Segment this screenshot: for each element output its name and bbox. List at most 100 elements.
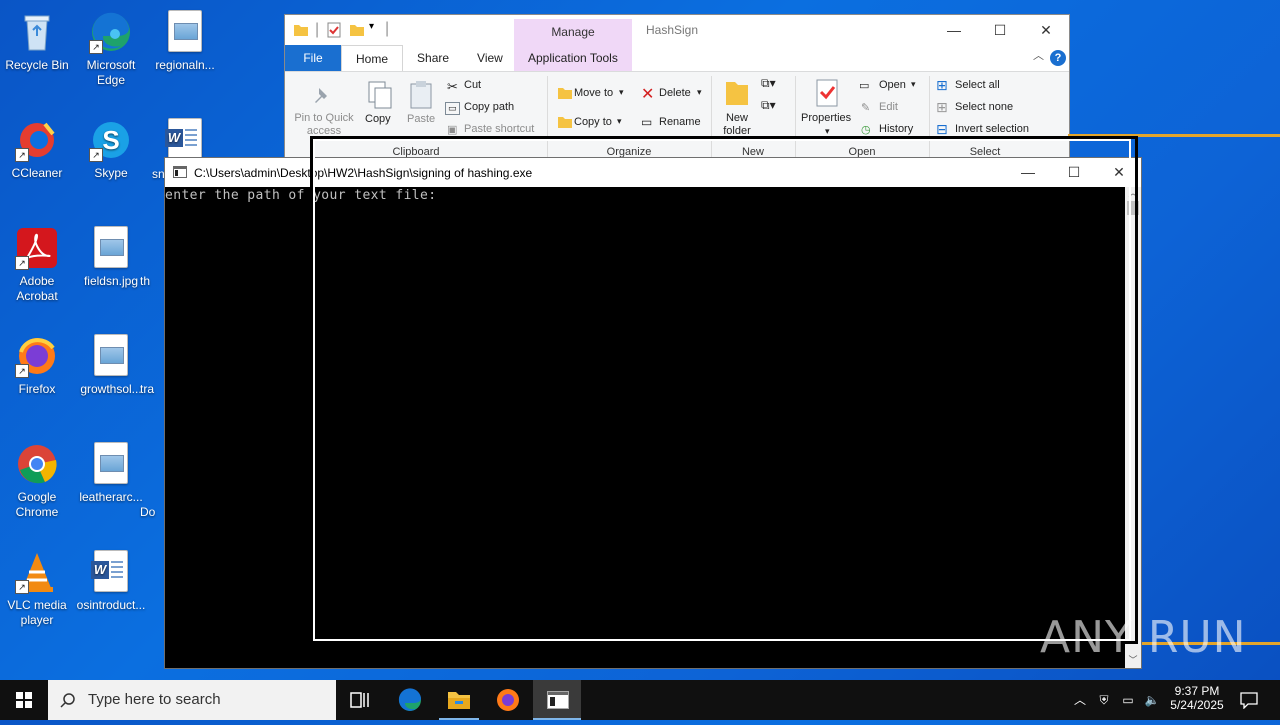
taskbar-search-box[interactable]: Type here to search <box>48 680 336 720</box>
clock[interactable]: 9:37 PM 5/24/2025 <box>1166 680 1228 720</box>
desktop-icon-growthsol[interactable]: growthsol... <box>74 328 148 397</box>
properties-icon <box>816 79 838 107</box>
properties-check-icon[interactable] <box>327 22 341 38</box>
easy-access-icon[interactable]: ⧉▾ <box>761 98 776 113</box>
acrobat-icon: ↗ <box>15 226 59 270</box>
notification-icon <box>1240 692 1258 710</box>
new-item-icon[interactable]: ⧉▾ <box>761 76 776 91</box>
desktop-icon-microsoft-edge[interactable]: ↗ Microsoft Edge <box>74 4 148 88</box>
taskbar-console-button[interactable] <box>533 680 581 720</box>
desktop-icon-google-chrome[interactable]: Google Chrome <box>0 436 74 520</box>
desktop-icon-skype[interactable]: S ↗ Skype <box>74 112 148 181</box>
scissors-icon: ✂ <box>447 79 458 94</box>
chevron-down-icon: ▾ <box>617 116 622 126</box>
action-center-button[interactable] <box>1234 680 1264 720</box>
desktop-icon-label: Microsoft Edge <box>86 58 136 87</box>
rename-icon: ▭ <box>641 115 653 129</box>
chevron-down-icon: ▾ <box>911 79 916 89</box>
shortcut-arrow-icon: ↗ <box>15 580 29 594</box>
new-folder-button[interactable]: New folder <box>717 112 757 138</box>
copy-path-button[interactable]: Copy path <box>464 101 514 113</box>
security-tray-icon[interactable]: ⛨ <box>1094 680 1114 720</box>
desktop-icon-th[interactable]: th <box>140 274 164 289</box>
explorer-close-button[interactable]: ✕ <box>1023 15 1069 45</box>
tab-share[interactable]: Share <box>403 45 463 71</box>
pin-to-quick-access-button[interactable]: Pin to Quick access <box>291 112 357 138</box>
task-view-button[interactable] <box>336 680 384 720</box>
start-button[interactable] <box>0 680 48 720</box>
shortcut-arrow-icon: ↗ <box>15 256 29 270</box>
taskbar-firefox-button[interactable] <box>484 680 532 720</box>
move-to-button[interactable]: Move to <box>574 87 613 99</box>
tab-view[interactable]: View <box>463 45 517 71</box>
desktop-icon-label: regionaln... <box>155 58 215 72</box>
svg-text:S: S <box>102 125 119 155</box>
firefox-icon: ↗ <box>15 334 59 378</box>
desktop-icon-label: CCleaner <box>11 166 63 180</box>
desktop-icon-tra[interactable]: tra <box>140 382 164 397</box>
desktop-icon-do[interactable]: Do <box>140 505 164 520</box>
desktop-icon-label: osintroduct... <box>76 598 146 612</box>
history-button[interactable]: History <box>879 123 913 135</box>
shortcut-arrow-icon: ↗ <box>89 40 103 54</box>
highlight-frame-inner <box>313 139 1131 641</box>
tab-home[interactable]: Home <box>341 45 404 71</box>
volume-icon[interactable]: 🔈 <box>1142 680 1162 720</box>
taskbar-edge-button[interactable] <box>386 680 434 720</box>
image-file-icon <box>89 226 133 270</box>
desktop-icon-ccleaner[interactable]: ↗ CCleaner <box>0 112 74 181</box>
vlc-icon: ↗ <box>15 550 59 594</box>
desktop-icon-label: tra <box>140 382 155 396</box>
copy-to-button[interactable]: Copy to <box>574 116 612 128</box>
tab-application-tools[interactable]: Application Tools <box>514 45 632 71</box>
chevron-down-icon: ▾ <box>697 87 702 97</box>
qat-separator: | <box>385 20 390 37</box>
desktop-icon-recycle-bin[interactable]: Recycle Bin <box>0 4 74 73</box>
desktop-icon-osintroduct[interactable]: W osintroduct... <box>74 544 148 613</box>
help-icon[interactable]: ? <box>1050 50 1066 66</box>
select-all-button[interactable]: Select all <box>955 79 1000 91</box>
paste-button[interactable]: Paste <box>407 113 435 125</box>
shortcut-arrow-icon: ↗ <box>89 148 103 162</box>
explorer-title-bar[interactable]: | ▾ | Manage HashSign — ☐ ✕ <box>285 15 1069 71</box>
new-folder-icon[interactable] <box>349 22 365 38</box>
desktop-icon-leatherarc[interactable]: leatherarc... <box>74 436 148 505</box>
search-icon <box>60 693 75 708</box>
desktop-icon-label: Adobe Acrobat <box>16 274 58 303</box>
qat-dropdown-icon[interactable]: ▾ <box>369 21 374 32</box>
tab-file[interactable]: File <box>285 45 341 71</box>
properties-button[interactable]: Properties <box>801 112 851 124</box>
rename-button[interactable]: Rename <box>659 116 701 128</box>
desktop-icon-firefox[interactable]: ↗ Firefox <box>0 328 74 397</box>
desktop-icon-fieldsn[interactable]: fieldsn.jpg <box>74 220 148 289</box>
file-explorer-icon <box>448 692 470 709</box>
cut-button[interactable]: Cut <box>464 79 481 91</box>
taskbar-file-explorer-button[interactable] <box>435 680 483 720</box>
paste-icon <box>410 81 432 109</box>
desktop-icon-adobe-acrobat[interactable]: ↗ Adobe Acrobat <box>0 220 74 304</box>
windows-logo-icon <box>16 692 32 708</box>
delete-button[interactable]: Delete <box>659 87 691 99</box>
new-folder-large-icon <box>726 82 748 105</box>
network-icon[interactable]: ▭ <box>1118 680 1138 720</box>
desktop-icon-label: Recycle Bin <box>5 58 69 72</box>
edit-button[interactable]: Edit <box>879 101 898 113</box>
recycle-bin-icon <box>15 10 59 54</box>
chrome-icon <box>15 442 59 486</box>
paste-shortcut-button[interactable]: Paste shortcut <box>464 123 534 135</box>
copy-icon <box>368 81 392 109</box>
paste-shortcut-icon: ▣ <box>447 124 458 136</box>
desktop-icon-label: th <box>140 274 151 288</box>
desktop-icon-vlc[interactable]: ↗ VLC media player <box>0 544 74 628</box>
desktop-icon-regionaln[interactable]: regionaln... <box>148 4 222 73</box>
ribbon-collapse-icon[interactable]: ︿ <box>1033 47 1044 63</box>
open-button[interactable]: Open <box>879 79 906 91</box>
explorer-maximize-button[interactable]: ☐ <box>977 15 1023 45</box>
invert-selection-button[interactable]: Invert selection <box>955 123 1029 135</box>
select-none-button[interactable]: Select none <box>955 101 1013 113</box>
explorer-minimize-button[interactable]: — <box>931 15 977 45</box>
show-hidden-icons-chevron[interactable]: ︿ <box>1070 680 1090 720</box>
copy-button[interactable]: Copy <box>365 113 391 125</box>
chevron-down-icon: ▾ <box>619 87 624 97</box>
search-placeholder: Type here to search <box>88 691 221 708</box>
